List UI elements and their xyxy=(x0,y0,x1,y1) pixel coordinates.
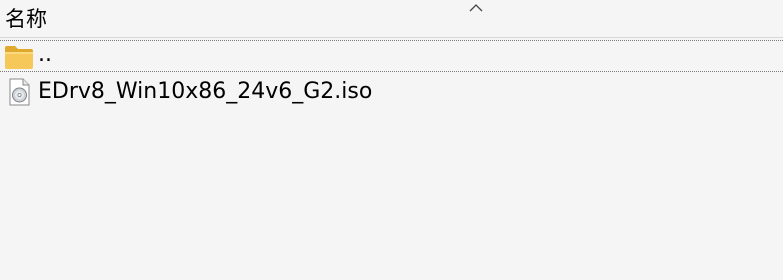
column-header[interactable]: 名称 xyxy=(0,0,783,38)
folder-icon xyxy=(5,46,33,69)
file-name: .. xyxy=(38,42,52,67)
list-item-parent-directory[interactable]: .. xyxy=(0,40,783,72)
name-column-header[interactable]: 名称 xyxy=(5,7,47,31)
file-name: EDrv8_Win10x86_24v6_G2.iso xyxy=(38,79,373,104)
file-list[interactable]: 名称 .. EDrv8_Win10x86_24v6_G2.iso xyxy=(0,0,783,280)
disc-image-file-icon xyxy=(9,78,30,106)
sort-ascending-icon xyxy=(469,4,483,12)
list-item-iso-file[interactable]: EDrv8_Win10x86_24v6_G2.iso xyxy=(0,76,783,108)
